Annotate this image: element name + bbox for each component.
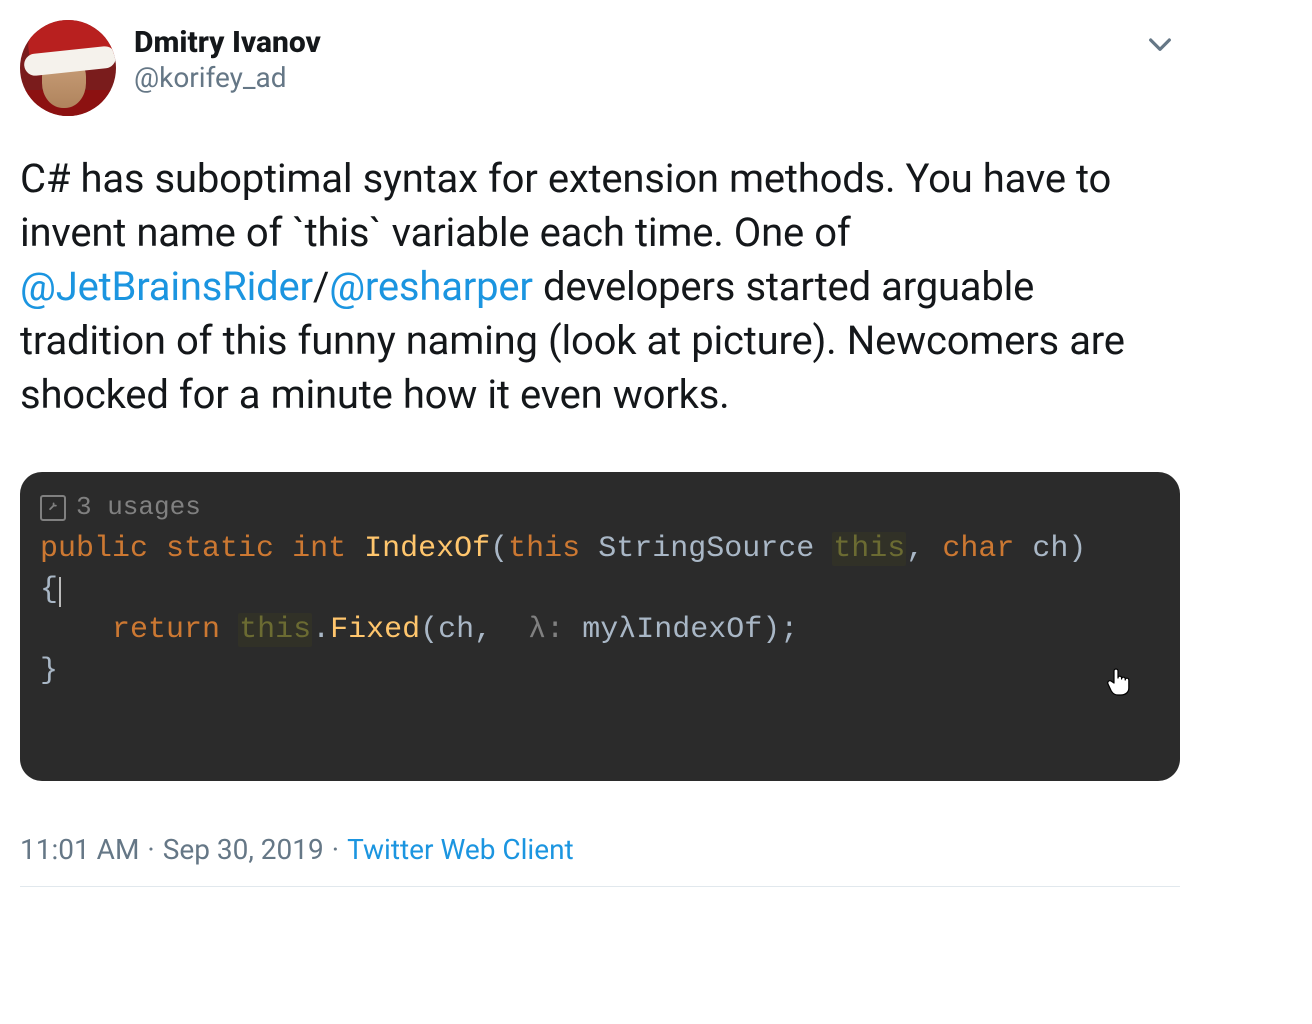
tweet-text: C# has suboptimal syntax for extension m… xyxy=(20,152,1180,422)
usages-row[interactable]: 3 usages xyxy=(40,490,1160,525)
tweet-header: Dmitry Ivanov @korifey_ad xyxy=(20,20,1180,116)
code-screenshot: 3 usages public static int IndexOf(this … xyxy=(20,472,1180,781)
usages-icon xyxy=(40,495,66,521)
mention-jetbrainsrider[interactable]: @JetBrainsRider xyxy=(20,263,313,310)
code-line-1: public static int IndexOf(this StringSou… xyxy=(40,529,1160,570)
user-handle[interactable]: @korifey_ad xyxy=(134,61,321,94)
tweet-date[interactable]: Sep 30, 2019 xyxy=(163,833,324,866)
code-line-2: { xyxy=(40,570,1160,611)
chevron-down-icon[interactable] xyxy=(1144,20,1180,64)
text-cursor xyxy=(59,577,61,607)
user-names: Dmitry Ivanov @korifey_ad xyxy=(134,20,321,94)
code-line-4: } xyxy=(40,651,1160,692)
mention-resharper[interactable]: @resharper xyxy=(329,263,533,310)
code-line-3: return thіs.Fixed(ch, λ: myλIndexOf); xyxy=(40,610,1160,651)
tweet-card: Dmitry Ivanov @korifey_ad C# has subopti… xyxy=(0,0,1200,887)
user-block[interactable]: Dmitry Ivanov @korifey_ad xyxy=(20,20,321,116)
pointer-cursor-icon xyxy=(1106,666,1132,707)
usages-label: 3 usages xyxy=(76,490,201,525)
tweet-client[interactable]: Twitter Web Client xyxy=(347,833,574,866)
tweet-text-slash: / xyxy=(313,263,329,310)
tweet-time[interactable]: 11:01 AM xyxy=(20,833,139,866)
tweet-meta: 11:01 AM·Sep 30, 2019·Twitter Web Client xyxy=(20,833,1180,887)
tweet-text-part: C# has suboptimal syntax for extension m… xyxy=(20,155,1111,256)
display-name[interactable]: Dmitry Ivanov xyxy=(134,26,321,59)
avatar[interactable] xyxy=(20,20,116,116)
